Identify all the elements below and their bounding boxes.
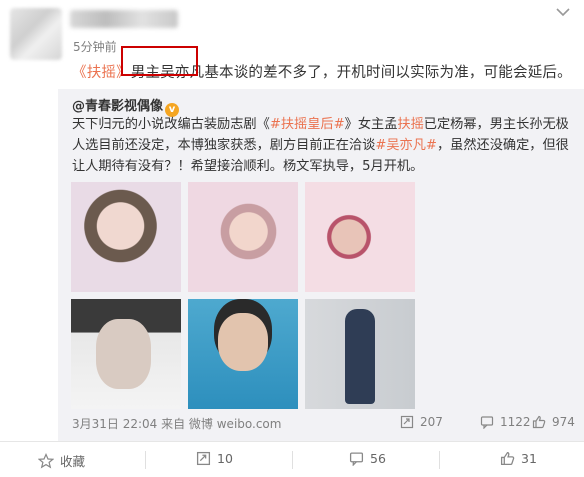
divider bbox=[439, 451, 440, 469]
photo-thumbnail[interactable] bbox=[71, 299, 181, 409]
photo-thumbnail[interactable] bbox=[188, 182, 298, 292]
repost-icon bbox=[400, 415, 414, 429]
title-open-quote: 《 bbox=[72, 65, 87, 81]
post-text-rest: 基本谈的差不多了，开机时间以实际为准，可能会延后。 bbox=[204, 65, 572, 81]
repost-icon bbox=[196, 451, 211, 466]
comment-action-count: 56 bbox=[370, 451, 386, 466]
title-link[interactable]: 扶摇 bbox=[87, 65, 116, 81]
divider bbox=[292, 451, 293, 469]
topic-tag[interactable]: #吴亦凡# bbox=[375, 138, 437, 153]
repost-action-count: 10 bbox=[217, 451, 233, 466]
repost-count-value: 207 bbox=[420, 415, 443, 429]
collect-label: 收藏 bbox=[60, 454, 86, 469]
like-count[interactable]: 974 bbox=[532, 415, 575, 429]
like-count-value: 974 bbox=[552, 415, 575, 429]
repost-card: @青春影视偶像 v 天下归元的小说改编古装励志剧《#扶摇皇后#》女主孟扶摇已定杨幂… bbox=[58, 89, 584, 476]
photo-thumbnail[interactable] bbox=[188, 299, 298, 409]
repost-meta[interactable]: 3月31日 22:04 来自 微博 weibo.com bbox=[72, 415, 281, 432]
photo-thumbnail[interactable] bbox=[305, 299, 415, 409]
photo-grid bbox=[71, 182, 416, 415]
divider bbox=[145, 451, 146, 469]
like-action-count: 31 bbox=[521, 451, 537, 466]
repost-text-part: 天下归元的小说改编古装励志剧《 bbox=[72, 117, 270, 132]
comment-icon bbox=[480, 416, 494, 430]
avatar[interactable] bbox=[10, 8, 62, 60]
comment-count-value: 1122 bbox=[500, 415, 531, 429]
keyword-link[interactable]: 扶摇 bbox=[397, 117, 423, 132]
action-bar: 收藏 10 56 31 bbox=[0, 441, 584, 477]
user-name-blurred[interactable] bbox=[70, 10, 178, 28]
like-icon bbox=[532, 415, 546, 429]
like-button[interactable]: 31 bbox=[500, 451, 537, 466]
repost-text-part: 》女主孟 bbox=[344, 117, 398, 132]
photo-thumbnail[interactable] bbox=[71, 182, 181, 292]
repost-text: 天下归元的小说改编古装励志剧《#扶摇皇后#》女主孟扶摇已定杨幂，男主长孙无极人选… bbox=[72, 114, 577, 177]
comment-button[interactable]: 56 bbox=[349, 451, 386, 467]
topic-tag[interactable]: #扶摇皇后# bbox=[270, 117, 345, 132]
highlight-box bbox=[121, 46, 198, 76]
collect-button[interactable]: 收藏 bbox=[37, 451, 86, 470]
repost-button[interactable]: 10 bbox=[196, 451, 233, 466]
repost-user-name[interactable]: @青春影视偶像 bbox=[72, 99, 163, 114]
chevron-down-icon[interactable] bbox=[552, 4, 574, 20]
star-icon bbox=[37, 453, 55, 469]
comment-icon bbox=[349, 452, 364, 467]
repost-count[interactable]: 207 bbox=[400, 415, 443, 429]
like-icon bbox=[500, 451, 515, 466]
photo-thumbnail[interactable] bbox=[305, 182, 415, 292]
post-time[interactable]: 5分钟前 bbox=[73, 38, 117, 55]
comment-count[interactable]: 1122 bbox=[480, 415, 531, 430]
